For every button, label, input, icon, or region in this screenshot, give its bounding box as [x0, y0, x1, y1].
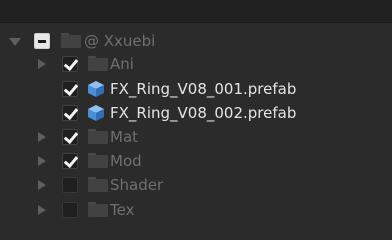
triangle-right-icon[interactable]: [38, 205, 46, 215]
tree-row-mat[interactable]: Mat: [0, 125, 392, 149]
panel-header-bar: [0, 0, 392, 23]
triangle-right-icon[interactable]: [38, 132, 46, 142]
folder-icon: [88, 177, 108, 193]
prefab-001-checkbox[interactable]: [62, 81, 78, 97]
shader-label: Shader: [110, 176, 164, 194]
shader-checkbox[interactable]: [62, 177, 78, 193]
tree-row-shader[interactable]: Shader: [0, 173, 392, 197]
tree-row-prefab-002[interactable]: FX_Ring_V08_002.prefab: [0, 101, 392, 125]
ani-checkbox[interactable]: [62, 56, 78, 72]
mod-label: Mod: [110, 152, 142, 170]
tex-checkbox[interactable]: [62, 202, 78, 218]
triangle-right-icon[interactable]: [38, 180, 46, 190]
prefab-002-checkbox[interactable]: [62, 105, 78, 121]
mat-checkbox[interactable]: [62, 129, 78, 145]
folder-icon: [88, 129, 108, 145]
mod-checkbox[interactable]: [62, 153, 78, 169]
mat-label: Mat: [110, 128, 139, 146]
triangle-down-icon[interactable]: [9, 38, 21, 46]
folder-icon: [61, 33, 81, 49]
tree-row-prefab-001[interactable]: FX_Ring_V08_001.prefab: [0, 77, 392, 101]
folder-icon: [88, 56, 108, 72]
tree-row-ani[interactable]: Ani: [0, 52, 392, 76]
tree-row-mod[interactable]: Mod: [0, 149, 392, 173]
tree-row-tex[interactable]: Tex: [0, 198, 392, 222]
tex-label: Tex: [110, 201, 135, 219]
root-label: @ Xxuebi: [84, 32, 156, 50]
prefab-002-label: FX_Ring_V08_002.prefab: [110, 104, 297, 122]
prefab-cube-icon: [88, 105, 104, 121]
ani-label: Ani: [110, 55, 134, 73]
prefab-cube-icon: [88, 81, 104, 97]
root-checkbox[interactable]: [34, 33, 50, 49]
folder-icon: [88, 153, 108, 169]
folder-icon: [88, 202, 108, 218]
prefab-001-label: FX_Ring_V08_001.prefab: [110, 80, 297, 98]
triangle-right-icon[interactable]: [38, 156, 46, 166]
tree-row-root[interactable]: @ Xxuebi: [0, 29, 392, 53]
triangle-right-icon[interactable]: [38, 59, 46, 69]
